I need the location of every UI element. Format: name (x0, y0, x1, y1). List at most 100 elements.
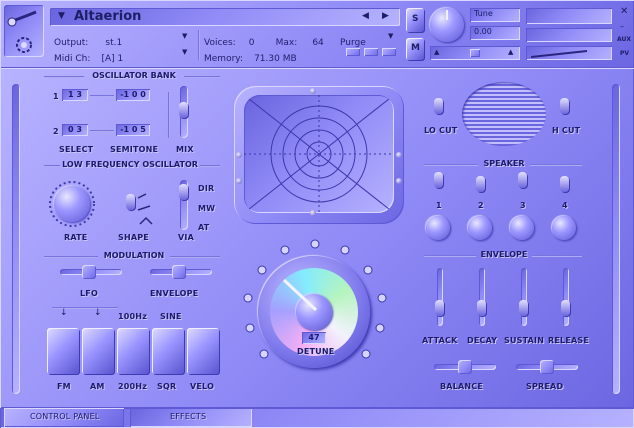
speaker-4-knob[interactable] (552, 216, 576, 240)
decay-slider-handle[interactable] (477, 300, 486, 316)
pad-100hz-label: 100Hz (118, 312, 148, 321)
tune-label: Tune (474, 9, 493, 18)
speaker-grille (462, 82, 546, 146)
at-label: AT (198, 223, 210, 232)
via-label: VIA (178, 233, 194, 242)
tune-value-box[interactable]: 0.00 (470, 26, 520, 40)
lfo-mod-slider-handle[interactable] (82, 265, 96, 279)
lfo-via-handle[interactable] (179, 184, 188, 200)
osc1-semitone-spinner[interactable]: -1 0 0 (116, 89, 150, 101)
osc2-connector (90, 130, 114, 132)
pad-am-label: AM (90, 382, 105, 391)
pad-am[interactable] (82, 328, 114, 374)
volume-slider[interactable] (526, 46, 612, 60)
output-dropdown-icon[interactable]: ▼ (182, 32, 187, 40)
collapse-icon[interactable]: – (620, 22, 624, 31)
release-label: RELEASE (548, 336, 590, 345)
tune-label-box: Tune (470, 8, 520, 22)
pan-handle[interactable] (470, 49, 480, 57)
mix-slider-handle[interactable] (179, 102, 188, 118)
spread-slider-handle[interactable] (540, 360, 554, 374)
osc2-index: 2 (53, 127, 59, 136)
prev-instrument-icon[interactable]: ◀ (362, 11, 369, 21)
speaker-rule-right (530, 164, 582, 166)
decay-slider-track[interactable] (479, 268, 485, 326)
solo-button[interactable]: S (406, 8, 424, 32)
pad-velo[interactable] (187, 328, 219, 374)
midi-channel-field[interactable]: Midi Ch: [A] 1 ▼ (54, 46, 194, 64)
osc-bank-rule-left (44, 76, 84, 78)
speaker-4-switch[interactable] (560, 176, 569, 192)
pad-velo-label: VELO (190, 382, 215, 391)
osc-bank-rule-right (184, 76, 220, 78)
gear-icon[interactable] (14, 35, 34, 55)
semitone-label: SEMITONE (110, 145, 159, 154)
level-meter (346, 48, 398, 58)
speaker-2-knob[interactable] (468, 216, 492, 240)
speaker-1-knob[interactable] (426, 216, 450, 240)
speaker-3-switch[interactable] (518, 172, 527, 188)
osc2-select-spinner[interactable]: 0 3 (62, 124, 88, 136)
midi-channel-label: Midi Ch: (54, 54, 91, 64)
lfo-mod-label: LFO (80, 289, 98, 298)
lfo-shape-wave-icon (137, 193, 153, 225)
speaker-3-number: 3 (520, 201, 526, 210)
tab-effects[interactable]: EFFECTS (130, 408, 252, 427)
pv-label[interactable]: PV (620, 50, 629, 57)
osc1-select-spinner[interactable]: 1 3 (62, 89, 88, 101)
instrument-name-bar[interactable]: ▼ Altaerion ◀ ▶ (50, 8, 400, 26)
envelope-rule-right (532, 255, 582, 257)
lfo-rule-left (44, 165, 60, 167)
balance-slider-handle[interactable] (458, 360, 472, 374)
screen-screw-left (236, 152, 242, 158)
pad-200hz-label: 200Hz (118, 382, 148, 391)
lo-cut-switch[interactable] (434, 98, 443, 114)
release-slider-handle[interactable] (561, 300, 570, 316)
wrench-logo-icon (7, 10, 37, 27)
dropdown-arrow-icon[interactable]: ▼ (58, 11, 65, 21)
attack-label: ATTACK (422, 336, 458, 345)
pad-sqr[interactable] (152, 328, 184, 374)
pan-control[interactable]: ▲ ▲ (430, 46, 520, 60)
pad-fm[interactable] (47, 328, 79, 374)
pad-200hz[interactable] (117, 328, 149, 374)
speaker-2-switch[interactable] (476, 176, 485, 192)
release-slider-track[interactable] (563, 268, 569, 326)
instrument-name: Altaerion (74, 9, 142, 24)
pad-sine-label: SINE (160, 312, 182, 321)
tab-control-panel[interactable]: CONTROL PANEL (4, 408, 124, 427)
screen-screw-top (310, 88, 316, 94)
speaker-2-number: 2 (478, 201, 484, 210)
pan-left-icon: ▲ (434, 48, 440, 56)
rate-label: RATE (64, 233, 88, 242)
purge-dropdown-icon[interactable]: ▼ (388, 32, 393, 40)
attack-slider-track[interactable] (437, 268, 443, 326)
purge-button[interactable]: Purge ▼ (340, 30, 398, 48)
attack-slider-handle[interactable] (435, 300, 444, 316)
speaker-1-switch[interactable] (434, 172, 443, 188)
next-instrument-icon[interactable]: ▶ (382, 11, 389, 21)
hi-cut-switch[interactable] (560, 98, 569, 114)
sustain-slider-track[interactable] (521, 268, 527, 326)
lfo-shape-switch[interactable] (126, 194, 135, 210)
detune-needle (282, 278, 318, 312)
sustain-slider-handle[interactable] (519, 300, 528, 316)
logo-panel (4, 5, 44, 57)
envelope-mod-slider-handle[interactable] (172, 265, 186, 279)
close-icon[interactable]: ✕ (620, 6, 628, 17)
osc-bank-title: OSCILLATOR BANK (92, 71, 176, 80)
envelope-mod-label: ENVELOPE (150, 289, 199, 298)
midi-dropdown-icon[interactable]: ▼ (182, 48, 187, 56)
speaker-1-number: 1 (436, 201, 442, 210)
mute-button[interactable]: M (406, 38, 424, 60)
lfo-rate-ticks (49, 181, 95, 227)
memory-readout: Memory: 71.30 MB (204, 46, 344, 64)
aux-label[interactable]: AUX (617, 36, 631, 43)
speaker-3-knob[interactable] (510, 216, 534, 240)
modulation-rule-right (170, 256, 220, 258)
osc2-semitone-spinner[interactable]: -1 0 5 (116, 124, 150, 136)
tune-value: 0.00 (474, 27, 492, 36)
modulation-title: MODULATION (103, 251, 165, 260)
sustain-label: SUSTAIN (504, 336, 545, 345)
output-field[interactable]: Output: st.1 ▼ (54, 30, 194, 48)
